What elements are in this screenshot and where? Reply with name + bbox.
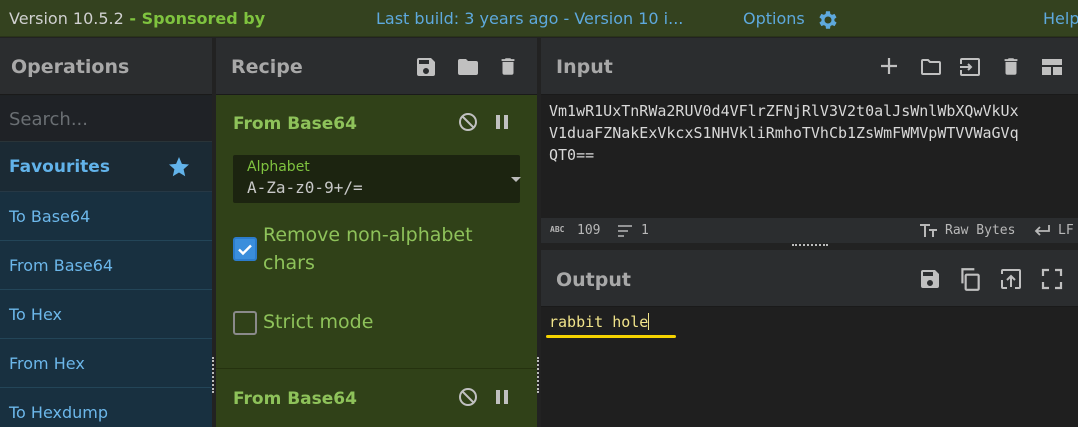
operation-label: To Hexdump [9, 403, 109, 422]
ingredient-title: From Base64 [233, 114, 357, 134]
lines-icon [618, 225, 632, 237]
pause-icon[interactable] [494, 113, 510, 131]
operation-item[interactable]: To Hex [0, 290, 212, 339]
output-header: Output [541, 250, 1078, 307]
abc-badge: ABC [550, 225, 565, 234]
remove-nonalphabet-checkbox[interactable] [233, 237, 257, 261]
add-tab-icon[interactable] [878, 55, 900, 77]
remove-nonalphabet-label: Remove non-alphabet chars [263, 221, 473, 277]
options-button[interactable]: Options [743, 9, 805, 28]
text-cursor [648, 313, 650, 330]
ingredient-divider [216, 368, 537, 369]
disable-icon[interactable] [458, 112, 478, 132]
check-icon [238, 244, 252, 256]
favourites-label: Favourites [9, 157, 110, 177]
operation-label: From Base64 [9, 256, 114, 275]
alphabet-value: A-Za-z0-9+/= [247, 178, 363, 197]
star-icon [169, 157, 189, 177]
copy-icon[interactable] [957, 266, 983, 292]
text-size-icon [920, 224, 937, 237]
top-banner: Version 10.5.2 - Sponsored by Last build… [0, 0, 1078, 37]
replace-input-icon[interactable] [998, 267, 1024, 291]
operation-label: From Hex [9, 354, 85, 373]
alphabet-select[interactable]: Alphabet A-Za-z0-9+/= [233, 155, 521, 203]
last-build-link[interactable]: Last build: 3 years ago - Version 10 i..… [376, 9, 683, 28]
output-value: rabbit hole [549, 313, 649, 331]
chevron-down-icon [511, 177, 521, 182]
input-lines: 1 [641, 223, 649, 238]
output-text: rabbit hole [549, 313, 650, 331]
alphabet-label: Alphabet [247, 159, 310, 175]
trash-icon[interactable] [497, 54, 519, 79]
operations-title: Operations [11, 56, 130, 78]
strict-mode-checkbox[interactable] [233, 311, 257, 335]
folder-icon[interactable] [455, 55, 481, 79]
maximize-icon[interactable] [1041, 268, 1063, 290]
operation-item[interactable]: From Base64 [0, 241, 212, 290]
gear-icon[interactable] [814, 8, 840, 32]
operation-item[interactable]: From Hex [0, 339, 212, 388]
version-info: Version 10.5.2 - Sponsored by [9, 9, 265, 28]
trash-icon[interactable] [1000, 54, 1022, 79]
raw-bytes-button[interactable]: Raw Bytes [945, 223, 1015, 238]
strict-mode-label: Strict mode [263, 311, 374, 333]
operation-item[interactable]: To Hexdump [0, 388, 212, 427]
input-panel: Input Vm1wR1UxTnRWa2RUV0d4VFlrZFNjRlV3V2… [541, 38, 1078, 243]
remove-nonalphabet-line-2: chars [263, 252, 315, 274]
save-icon[interactable] [414, 55, 438, 79]
save-icon[interactable] [918, 267, 942, 291]
io-resize-handle[interactable] [792, 244, 828, 246]
recipe-title: Recipe [231, 56, 303, 78]
ops-resize-handle[interactable] [212, 357, 214, 393]
disable-icon[interactable] [458, 387, 478, 407]
search-box [0, 96, 212, 142]
eol-button[interactable]: LF [1058, 223, 1074, 238]
open-folder-icon[interactable] [918, 55, 944, 79]
operations-header: Operations [0, 38, 212, 95]
favourites-category[interactable]: Favourites [0, 142, 212, 192]
input-textarea[interactable]: Vm1wR1UxTnRWa2RUV0d4VFlrZFNjRlV3V2t0alJs… [549, 100, 1078, 166]
remove-nonalphabet-line-1: Remove non-alphabet [263, 224, 473, 246]
input-header: Input [541, 38, 1078, 95]
input-status-bar: ABC 109 1 Raw Bytes LF [541, 218, 1078, 243]
recipe-header: Recipe [216, 38, 537, 95]
output-title: Output [556, 269, 631, 291]
operation-label: To Hex [9, 305, 62, 324]
sponsored-text: - Sponsored by [123, 9, 266, 28]
input-length: 109 [577, 223, 601, 238]
operation-label: To Base64 [9, 207, 91, 226]
recipe-resize-handle[interactable] [537, 357, 539, 393]
input-title: Input [556, 56, 613, 78]
eol-icon [1034, 225, 1050, 236]
operations-panel: Operations Favourites To Base64 From Bas… [0, 38, 212, 427]
search-input[interactable] [9, 107, 199, 131]
highlight-underline [546, 335, 676, 338]
recipe-panel: Recipe From Base64 Alphabet A-Za-z0-9+/= [216, 38, 537, 427]
version-text: Version 10.5.2 [9, 9, 124, 28]
help-link[interactable]: Help [1043, 9, 1078, 28]
output-panel: Output rabbit hole [541, 250, 1078, 427]
pause-icon[interactable] [494, 388, 510, 406]
open-file-icon[interactable] [957, 55, 983, 79]
layout-icon[interactable] [1039, 55, 1065, 79]
ingredient-title: From Base64 [233, 389, 357, 409]
operation-item[interactable]: To Base64 [0, 192, 212, 241]
